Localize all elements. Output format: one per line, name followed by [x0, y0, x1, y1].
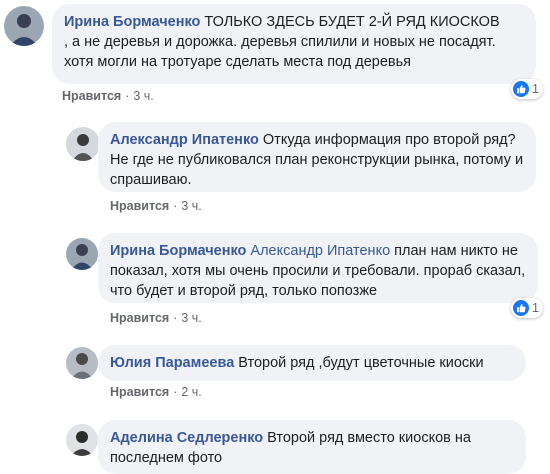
reaction-badge[interactable]: 1 [511, 79, 543, 99]
comment-bubble: Ирина Бормаченко Александр Ипатенко план… [98, 233, 538, 303]
like-icon [513, 81, 529, 97]
comment-author[interactable]: Ирина Бормаченко [110, 243, 246, 259]
comment-bubble: Юлия Парамеева Второй ряд ,будут цветочн… [98, 345, 526, 381]
separator: · [173, 311, 178, 325]
like-link[interactable]: Нравится [110, 385, 169, 399]
comment-author[interactable]: Юлия Парамеева [110, 355, 234, 371]
comment-actions: Нравится · 2 ч. [110, 385, 202, 399]
comment-author[interactable]: Александр Ипатенко [110, 132, 259, 148]
like-link[interactable]: Нравится [62, 89, 121, 103]
reaction-count: 1 [532, 301, 539, 315]
comment-actions: Нравится · 3 ч. [110, 311, 202, 325]
separator: · [173, 385, 178, 399]
comment-text: ТОЛЬКО ЗДЕСЬ БУДЕТ 2-Й РЯД КИОСКОВ [200, 14, 500, 30]
comment-author[interactable]: Аделина Седлеренко [110, 430, 263, 446]
comment-actions: Нравится · 3 ч. [62, 89, 154, 103]
timestamp[interactable]: 3 ч. [181, 311, 201, 325]
comment-text: Второй ряд ,будут цветочные киоски [234, 355, 484, 371]
like-link[interactable]: Нравится [110, 199, 169, 213]
comment-bubble: Александр Ипатенко Откуда информация про… [98, 122, 536, 192]
avatar-irina[interactable] [66, 238, 98, 270]
like-icon [513, 300, 529, 316]
timestamp[interactable]: 3 ч. [133, 89, 153, 103]
separator: · [125, 89, 130, 103]
comment-author[interactable]: Ирина Бормаченко [64, 14, 200, 30]
reaction-count: 1 [532, 82, 539, 96]
avatar-irina[interactable] [4, 6, 44, 46]
avatar-aleksandr[interactable] [66, 127, 100, 161]
like-link[interactable]: Нравится [110, 311, 169, 325]
comment-bubble: Аделина Седлеренко Второй ряд вместо кио… [98, 420, 526, 474]
comment-actions: Нравится · 3 ч. [110, 199, 202, 213]
comment-bubble: Ирина Бормаченко ТОЛЬКО ЗДЕСЬ БУДЕТ 2-Й … [52, 4, 536, 84]
mention-link[interactable]: Александр Ипатенко [250, 243, 390, 259]
separator: · [173, 199, 178, 213]
comment-text-continued: , а не деревья и дорожка. деревья спилил… [64, 34, 496, 70]
avatar-adelina[interactable] [66, 424, 98, 456]
reaction-badge[interactable]: 1 [511, 298, 543, 318]
timestamp[interactable]: 3 ч. [181, 199, 201, 213]
timestamp[interactable]: 2 ч. [181, 385, 201, 399]
avatar-yulia[interactable] [66, 347, 98, 379]
